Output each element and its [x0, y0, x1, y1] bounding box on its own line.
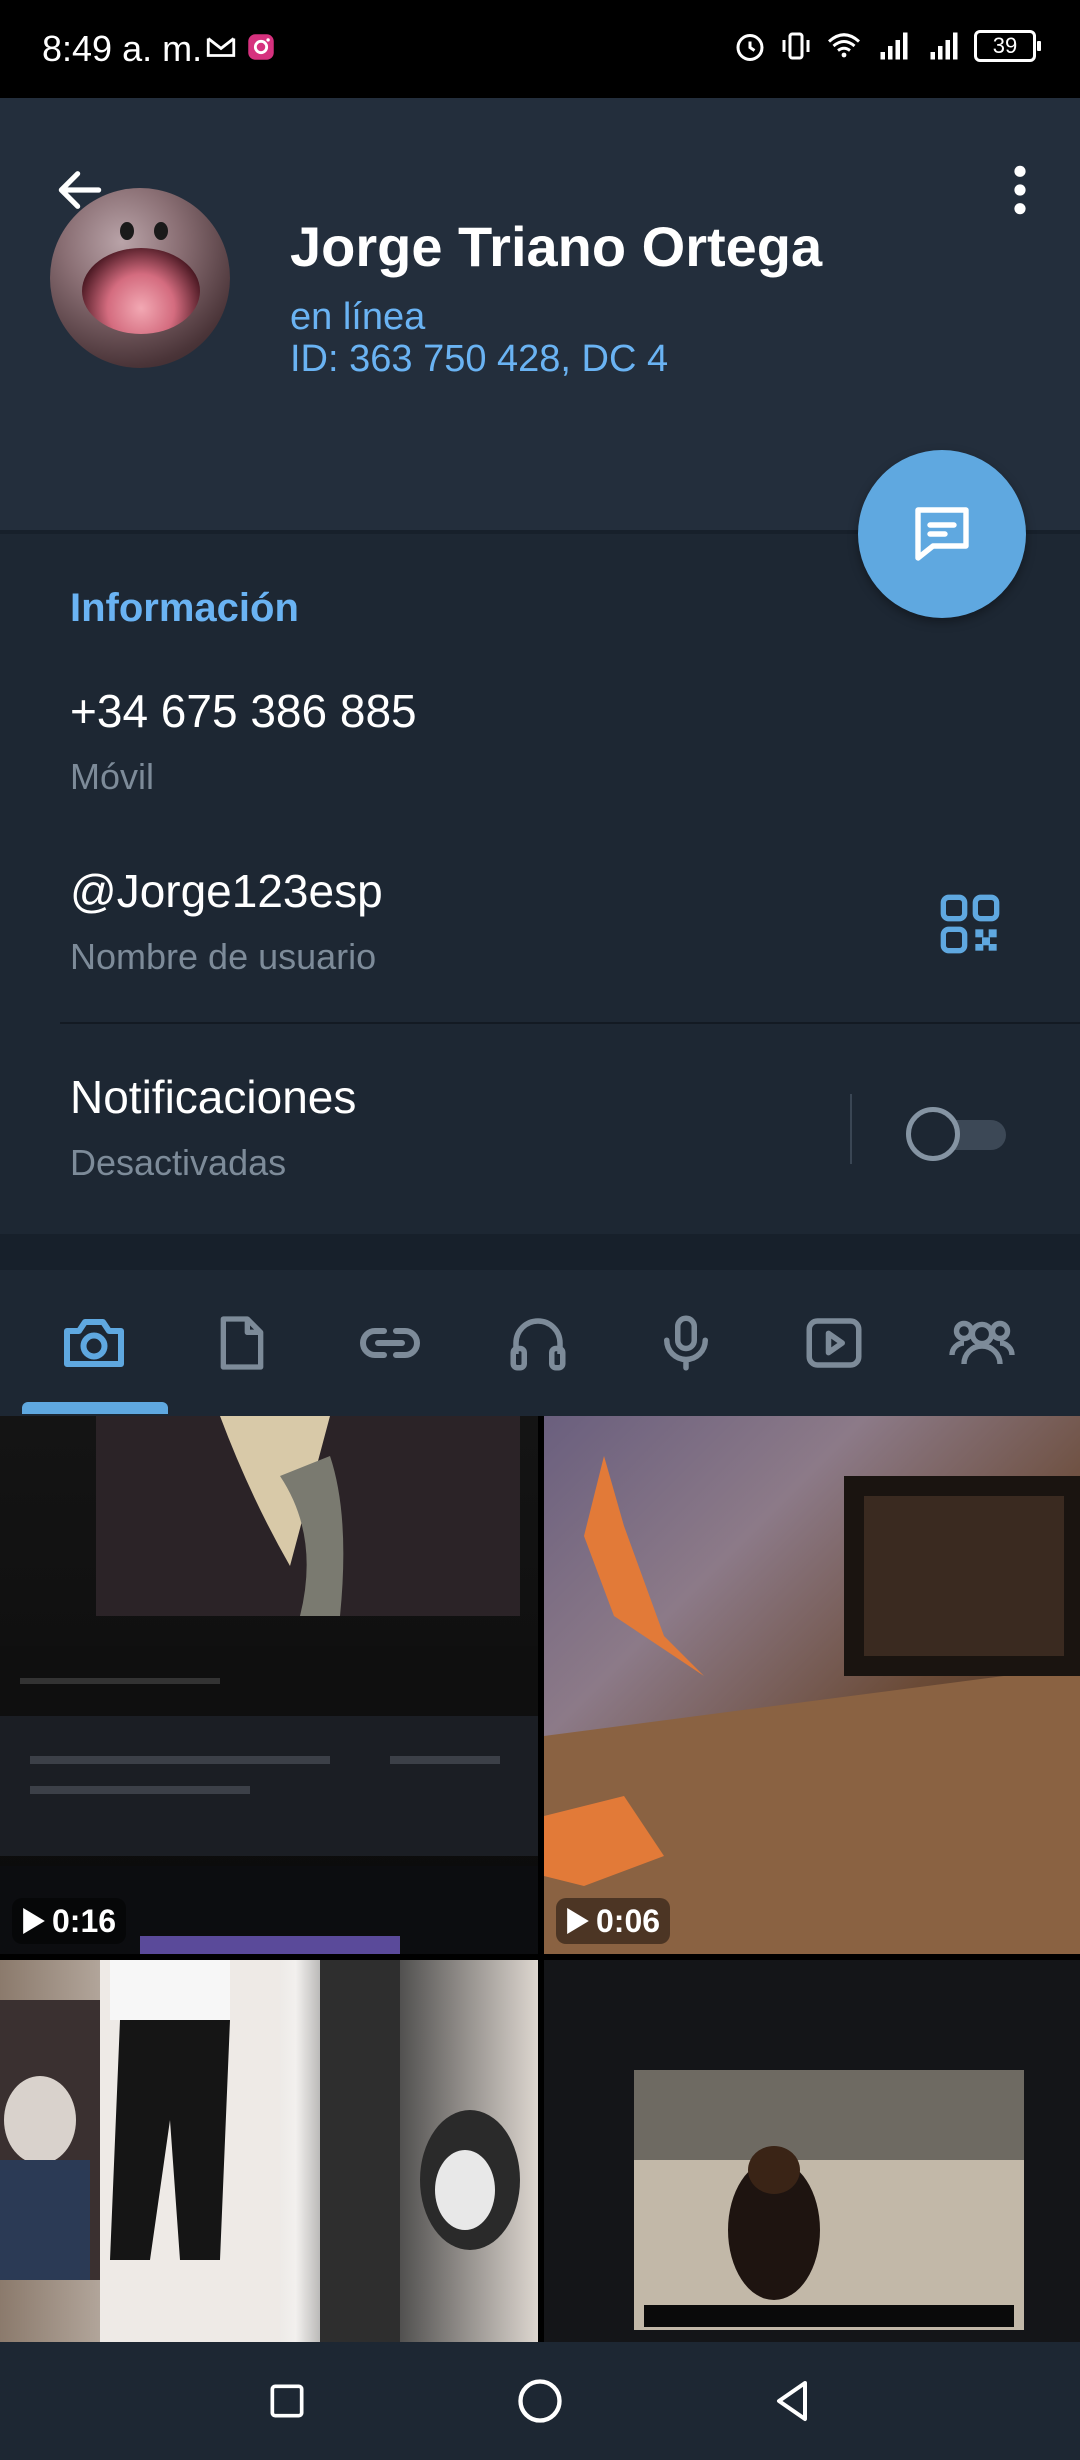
media-item[interactable] — [544, 1960, 1080, 2342]
username-label: Nombre de usuario — [70, 936, 377, 977]
tab-links[interactable] — [316, 1270, 464, 1416]
notifications-title[interactable]: Notificaciones — [70, 1070, 356, 1124]
section-title: Información — [70, 586, 299, 630]
media-thumbnail — [0, 1960, 520, 2342]
signal-icon — [880, 32, 908, 60]
file-icon — [220, 1316, 264, 1370]
microphone-icon — [664, 1315, 708, 1371]
user-id: ID: 363 750 428, DC 4 — [290, 338, 669, 380]
tab-groups[interactable] — [908, 1270, 1056, 1416]
video-duration-badge: 0:16 — [12, 1898, 127, 1944]
notifications-toggle[interactable] — [906, 1106, 1008, 1162]
avatar-eye — [120, 222, 134, 240]
media-tabs — [0, 1270, 1080, 1416]
phone-number[interactable]: +34 675 386 885 — [70, 684, 417, 738]
section-gap — [0, 1234, 1080, 1270]
username[interactable]: @Jorge123esp — [70, 864, 383, 918]
qr-code-button[interactable] — [930, 884, 1010, 964]
profile-name: Jorge Triano Ortega — [290, 215, 823, 278]
presence-status: en línea — [290, 296, 426, 338]
headphones-icon — [510, 1318, 566, 1371]
play-icon — [567, 1908, 589, 1934]
avatar-mouth — [82, 248, 200, 334]
media-item[interactable]: 0:06 — [544, 1416, 1080, 1954]
media-thumbnail — [544, 1456, 1080, 1954]
notifications-state: Desactivadas — [70, 1142, 287, 1183]
status-time: 8:49 a. m. — [42, 28, 203, 69]
media-item[interactable]: 0:16 — [0, 1416, 538, 1954]
avatar[interactable] — [50, 188, 230, 368]
phone-label: Móvil — [70, 756, 155, 797]
back-nav-button[interactable] — [753, 2361, 833, 2441]
groups-icon — [949, 1320, 1015, 1365]
send-message-button[interactable] — [858, 450, 1026, 618]
video-duration: 0:06 — [596, 1902, 661, 1939]
video-duration-badge: 0:06 — [556, 1898, 671, 1944]
triangle-back-icon — [777, 2381, 808, 2421]
square-icon — [270, 2384, 304, 2418]
media-thumbnail — [0, 1416, 538, 1954]
signal-icon — [930, 32, 958, 60]
info-section: Información +34 675 386 885 Móvil @Jorge… — [0, 534, 1080, 1234]
tab-music[interactable] — [464, 1270, 612, 1416]
play-icon — [23, 1908, 45, 1934]
link-icon — [360, 1328, 420, 1358]
divider — [850, 1094, 852, 1164]
wifi-icon — [827, 33, 861, 58]
home-button[interactable] — [500, 2361, 580, 2441]
message-icon — [915, 507, 969, 561]
tab-media[interactable] — [20, 1270, 168, 1416]
instagram-icon — [248, 34, 274, 60]
avatar-eye — [154, 222, 168, 240]
tab-videos[interactable] — [760, 1270, 908, 1416]
circle-icon — [518, 2379, 562, 2423]
media-item[interactable] — [0, 1960, 538, 2342]
gmail-icon — [206, 37, 236, 57]
system-icons: 39 — [732, 28, 1041, 64]
qr-code-icon — [940, 894, 1000, 954]
media-grid: 0:16 0:06 — [0, 1416, 1080, 2342]
system-nav-bar — [0, 2342, 1080, 2460]
tab-indicator — [22, 1402, 168, 1414]
more-options-button[interactable] — [980, 150, 1060, 230]
toggle-knob — [906, 1107, 960, 1161]
camera-icon — [64, 1319, 124, 1367]
tab-files[interactable] — [168, 1270, 316, 1416]
profile-status: en línea ID: 363 750 428, DC 4 — [290, 296, 668, 380]
battery-indicator: 39 — [974, 30, 1041, 62]
vibrate-icon — [782, 32, 810, 60]
video-icon — [806, 1318, 862, 1368]
video-duration: 0:16 — [52, 1902, 117, 1939]
tab-voice[interactable] — [612, 1270, 760, 1416]
status-bar: 8:49 a. m. 39 — [0, 0, 1080, 98]
recents-button[interactable] — [247, 2361, 327, 2441]
media-thumbnail — [544, 1960, 1080, 2342]
alarm-icon — [736, 34, 764, 61]
divider — [60, 1022, 1080, 1024]
notification-icons — [204, 30, 278, 64]
more-vertical-icon — [1014, 165, 1026, 215]
